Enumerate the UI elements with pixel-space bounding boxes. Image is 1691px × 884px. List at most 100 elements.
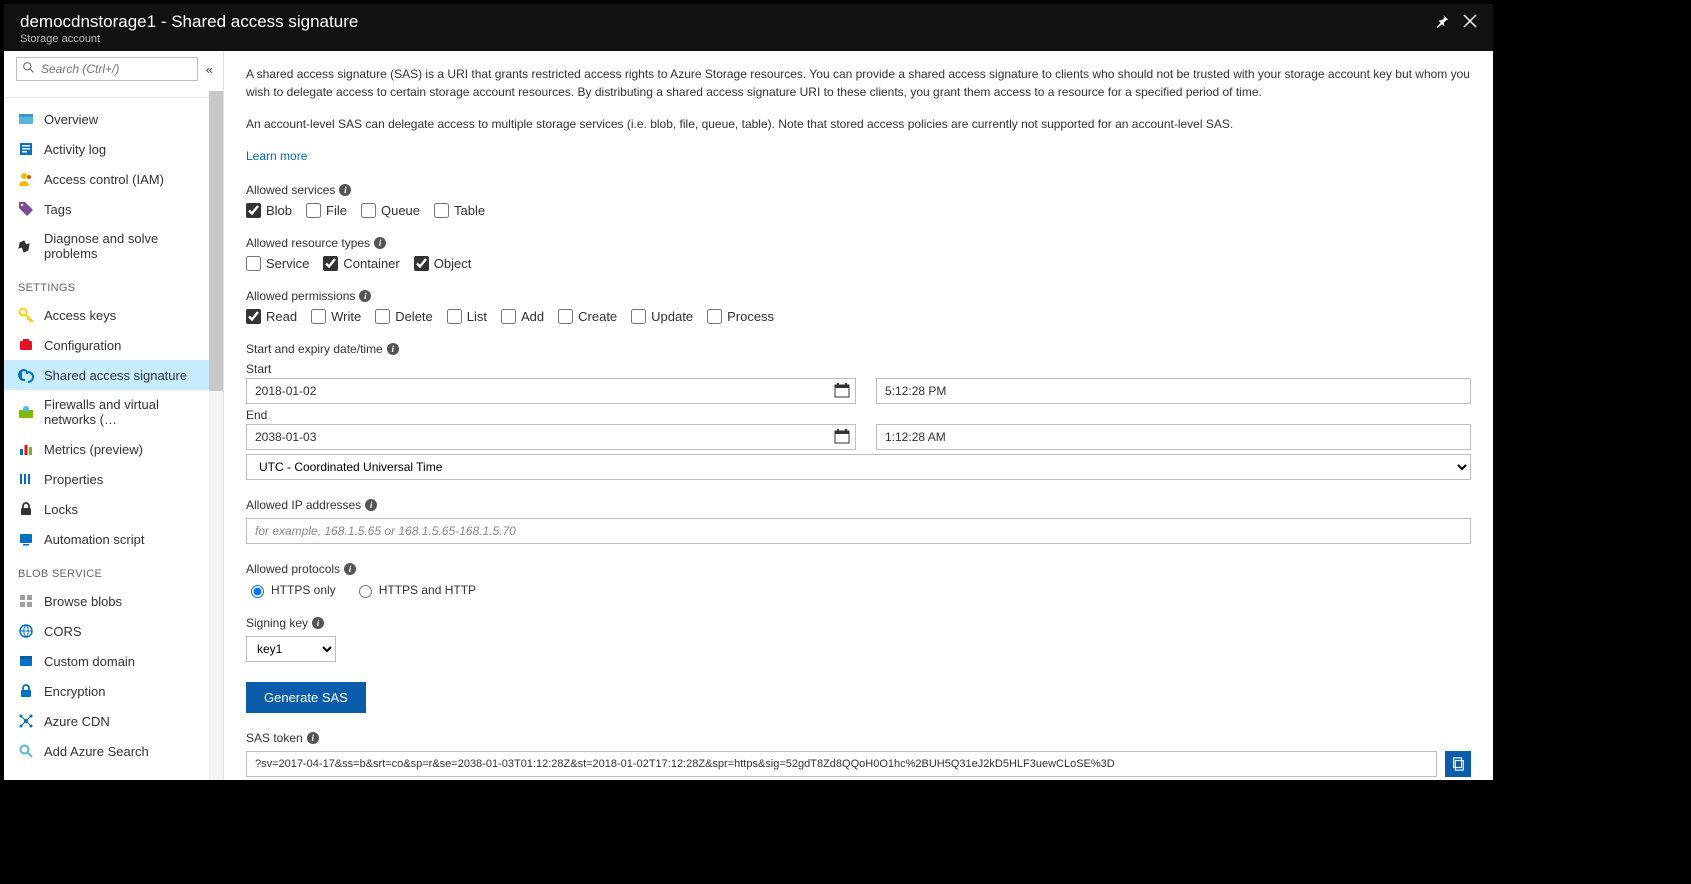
start-date-input[interactable] xyxy=(246,378,856,404)
sidebar-scrollbar-thumb[interactable] xyxy=(209,91,223,391)
info-icon[interactable]: i xyxy=(339,184,351,196)
sidebar-item-label: Add Azure Search xyxy=(44,744,149,759)
sidebar-item-custom-domain[interactable]: Custom domain xyxy=(4,646,223,676)
close-icon[interactable] xyxy=(1463,14,1477,31)
iam-icon xyxy=(18,171,34,187)
label-resource-types: Allowed resource types xyxy=(246,236,370,250)
checkbox-blob[interactable] xyxy=(246,203,261,218)
sas-token-output[interactable] xyxy=(246,751,1437,777)
calendar-icon[interactable] xyxy=(834,428,850,447)
sidebar-item-label: Configuration xyxy=(44,338,121,353)
checkbox-table[interactable] xyxy=(434,203,449,218)
label-datetime: Start and expiry date/time xyxy=(246,342,383,356)
info-icon[interactable]: i xyxy=(359,290,371,302)
ip-input[interactable] xyxy=(246,518,1471,544)
checkbox-container[interactable] xyxy=(323,256,338,271)
end-date-input[interactable] xyxy=(246,424,856,450)
sidebar-item-browse-blobs[interactable]: Browse blobs xyxy=(4,586,223,616)
checkbox-label: Read xyxy=(266,309,297,324)
learn-more-link[interactable]: Learn more xyxy=(246,149,307,163)
properties-icon xyxy=(18,471,34,487)
sidebar-item-locks[interactable]: Locks xyxy=(4,494,223,524)
page-title: democdnstorage1 - Shared access signatur… xyxy=(20,12,1435,32)
search-input[interactable] xyxy=(16,57,198,81)
radio-https-only[interactable] xyxy=(251,585,264,598)
sidebar-item-cors[interactable]: CORS xyxy=(4,616,223,646)
sidebar-item-sas[interactable]: Shared access signature xyxy=(4,360,223,390)
radio-https-http[interactable] xyxy=(359,585,372,598)
sidebar-item-properties[interactable]: Properties xyxy=(4,464,223,494)
sidebar-item-automation[interactable]: Automation script xyxy=(4,524,223,554)
radio-label: HTTPS and HTTP xyxy=(379,583,476,597)
sidebar-item-azure-cdn[interactable]: Azure CDN xyxy=(4,706,223,736)
checkbox-list[interactable] xyxy=(447,309,462,324)
metrics-icon xyxy=(18,441,34,457)
checkbox-process[interactable] xyxy=(707,309,722,324)
copy-sas-token-button[interactable] xyxy=(1445,751,1471,777)
info-icon[interactable]: i xyxy=(344,563,356,575)
generate-sas-button[interactable]: Generate SAS xyxy=(246,682,366,713)
sidebar-item-label: Encryption xyxy=(44,684,105,699)
sidebar-item-iam[interactable]: Access control (IAM) xyxy=(4,164,223,194)
checkbox-read[interactable] xyxy=(246,309,261,324)
sidebar-item-configuration[interactable]: Configuration xyxy=(4,330,223,360)
sidebar-item-label: Overview xyxy=(44,112,98,127)
sidebar-item-tags[interactable]: Tags xyxy=(4,194,223,224)
sidebar-item-firewalls[interactable]: Firewalls and virtual networks (… xyxy=(4,390,223,434)
sidebar-item-encryption[interactable]: Encryption xyxy=(4,676,223,706)
sidebar-item-overview[interactable]: Overview xyxy=(4,104,223,134)
checkbox-label: Container xyxy=(343,256,399,271)
checkbox-label: Queue xyxy=(381,203,420,218)
sidebar-item-label: Firewalls and virtual networks (… xyxy=(44,397,209,427)
checkbox-label: Update xyxy=(651,309,693,324)
label-signing-key: Signing key xyxy=(246,616,308,630)
info-icon[interactable]: i xyxy=(365,499,377,511)
activity-log-icon xyxy=(18,141,34,157)
page-subtitle: Storage account xyxy=(20,33,1435,45)
sidebar-group-blob: BLOB SERVICE xyxy=(4,554,223,586)
checkbox-create[interactable] xyxy=(558,309,573,324)
sidebar-item-label: Automation script xyxy=(44,532,144,547)
encryption-icon xyxy=(18,683,34,699)
checkbox-add[interactable] xyxy=(501,309,516,324)
sidebar-item-label: Shared access signature xyxy=(44,368,187,383)
sidebar-item-access-keys[interactable]: Access keys xyxy=(4,300,223,330)
blade-header: democdnstorage1 - Shared access signatur… xyxy=(4,4,1493,51)
info-icon[interactable]: i xyxy=(387,343,399,355)
nav: Overview Activity log Access control (IA… xyxy=(4,87,223,780)
start-time-input[interactable] xyxy=(876,378,1471,404)
label-allowed-services: Allowed services xyxy=(246,183,335,197)
timezone-select[interactable]: UTC - Coordinated Universal Time xyxy=(246,454,1471,480)
key-icon xyxy=(18,307,34,323)
sidebar-item-metrics[interactable]: Metrics (preview) xyxy=(4,434,223,464)
checkbox-object[interactable] xyxy=(414,256,429,271)
sidebar-item-label: Access control (IAM) xyxy=(44,172,164,187)
sidebar-item-label: Custom domain xyxy=(44,654,135,669)
checkbox-label: File xyxy=(326,203,347,218)
radio-label: HTTPS only xyxy=(271,583,336,597)
checkbox-delete[interactable] xyxy=(375,309,390,324)
calendar-icon[interactable] xyxy=(834,382,850,401)
sidebar-item-label: Tags xyxy=(44,202,71,217)
signing-key-select[interactable]: key1 xyxy=(246,636,336,662)
checkbox-update[interactable] xyxy=(631,309,646,324)
checkbox-label: Write xyxy=(331,309,361,324)
sidebar-item-label: Browse blobs xyxy=(44,594,122,609)
checkbox-write[interactable] xyxy=(311,309,326,324)
end-time-input[interactable] xyxy=(876,424,1471,450)
sidebar-item-diagnose[interactable]: Diagnose and solve problems xyxy=(4,224,223,268)
collapse-sidebar-icon[interactable]: « xyxy=(204,62,215,77)
info-icon[interactable]: i xyxy=(312,617,324,629)
checkbox-label: List xyxy=(467,309,487,324)
checkbox-service[interactable] xyxy=(246,256,261,271)
sidebar-item-activity-log[interactable]: Activity log xyxy=(4,134,223,164)
pin-icon[interactable] xyxy=(1435,14,1449,31)
info-icon[interactable]: i xyxy=(374,237,386,249)
checkbox-file[interactable] xyxy=(306,203,321,218)
protocols-row: HTTPS only HTTPS and HTTP xyxy=(246,582,1471,598)
label-end: End xyxy=(246,408,1471,422)
sidebar-item-azure-search[interactable]: Add Azure Search xyxy=(4,736,223,766)
info-icon[interactable]: i xyxy=(307,732,319,744)
checkbox-queue[interactable] xyxy=(361,203,376,218)
checkbox-label: Create xyxy=(578,309,617,324)
